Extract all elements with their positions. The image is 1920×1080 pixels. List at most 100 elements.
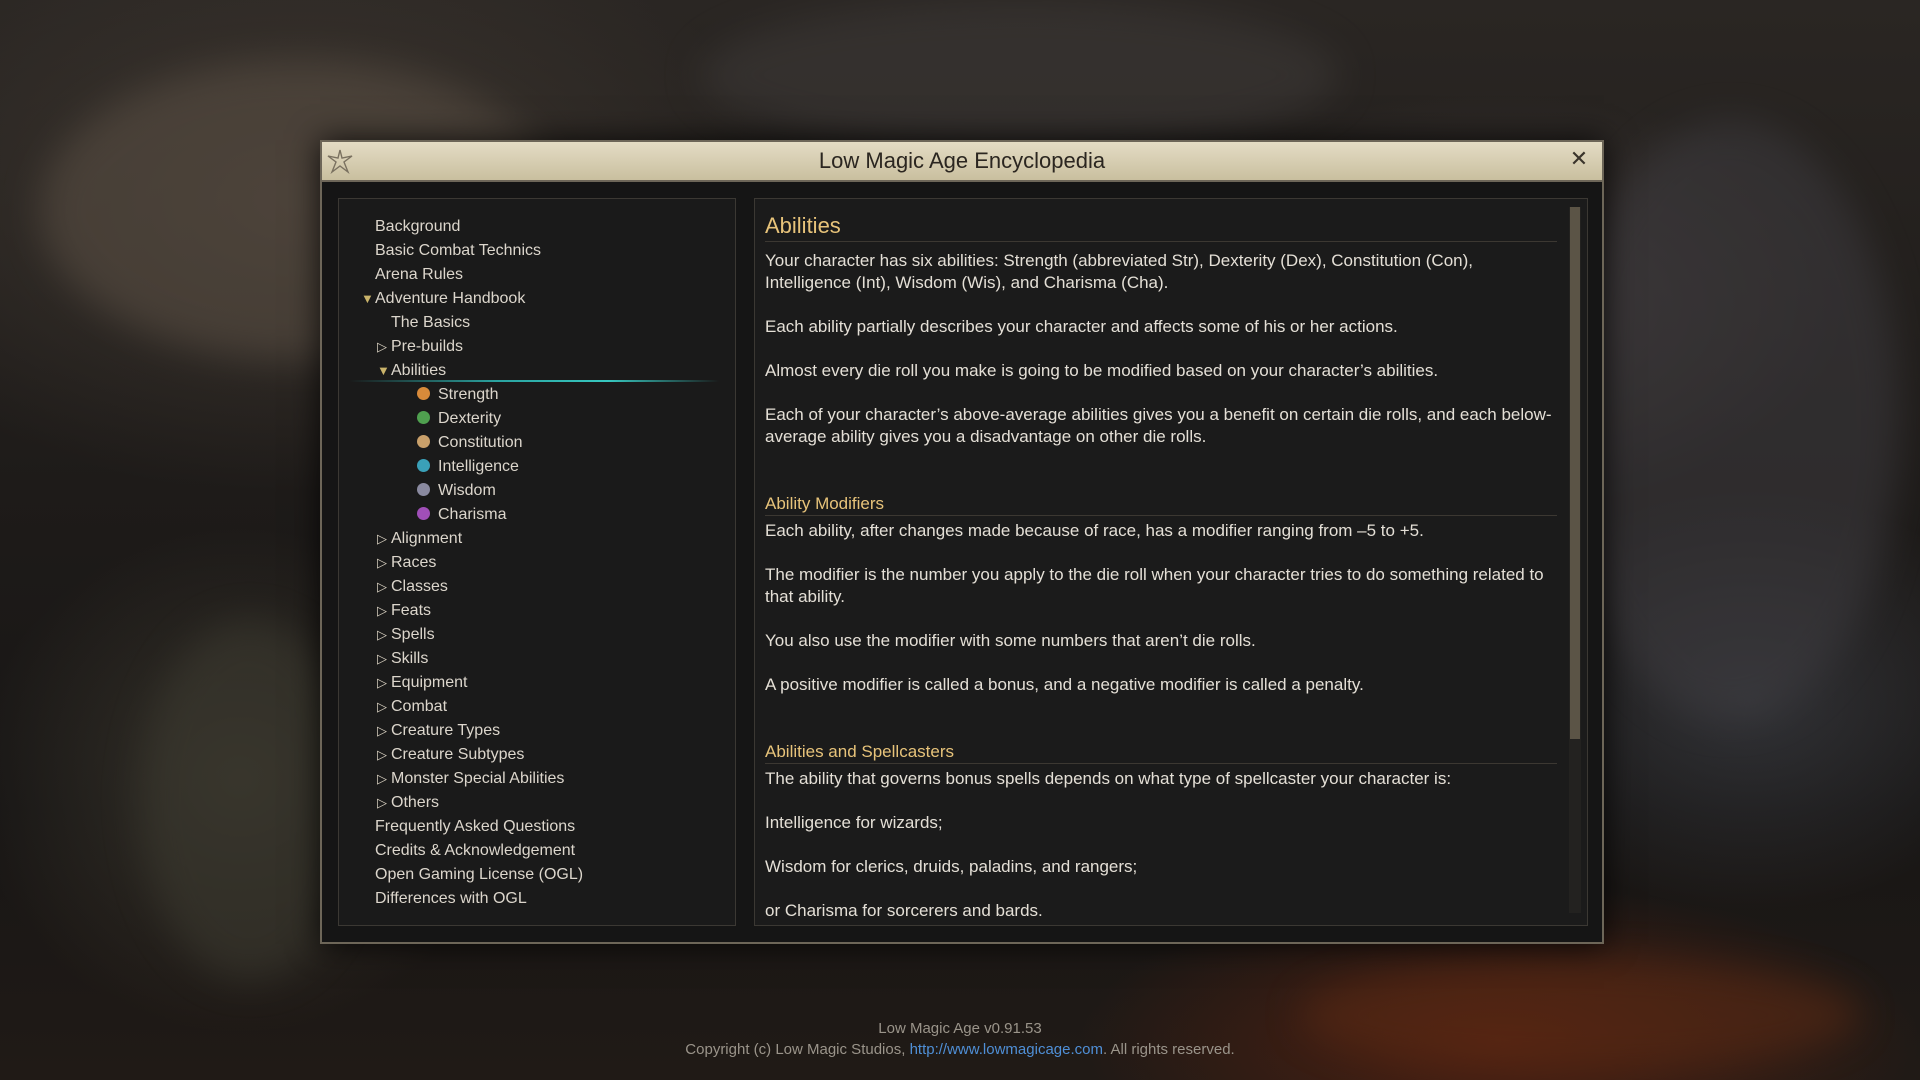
collapsed-arrow-icon[interactable]: ▷ <box>377 335 391 359</box>
nav-item-feats[interactable]: ▷ Feats <box>339 599 735 623</box>
nav-item-label: Races <box>391 554 437 571</box>
nav-item-label: Equipment <box>391 674 468 691</box>
nav-item-label: Frequently Asked Questions <box>375 818 576 835</box>
collapsed-arrow-icon[interactable]: ▷ <box>377 551 391 575</box>
nav-item-arena-rules[interactable]: Arena Rules <box>339 263 735 287</box>
nav-item-equipment[interactable]: ▷ Equipment <box>339 671 735 695</box>
version-label: Low Magic Age v0.91.53 <box>878 1020 1042 1037</box>
nav-item-the-basics[interactable]: The Basics <box>339 311 735 335</box>
article-content: Abilities Your character has six abiliti… <box>765 209 1557 944</box>
nav-item-combat[interactable]: ▷ Combat <box>339 695 735 719</box>
nav-item-races[interactable]: ▷ Races <box>339 551 735 575</box>
paragraph: A positive modifier is called a bonus, a… <box>765 675 1364 694</box>
nav-item-creature-subtypes[interactable]: ▷ Creature Subtypes <box>339 743 735 767</box>
nav-item-label: Skills <box>391 650 429 667</box>
collapsed-arrow-icon[interactable]: ▷ <box>377 623 391 647</box>
expanded-arrow-icon[interactable]: ▼ <box>377 359 391 383</box>
paragraph: Each of your character’s above-average a… <box>765 405 1552 446</box>
nav-item-dexterity[interactable]: Dexterity <box>339 407 735 431</box>
copyright-prefix: Copyright (c) Low Magic Studios, <box>685 1041 910 1058</box>
paragraph: Each ability, after changes made because… <box>765 521 1424 540</box>
charisma-icon <box>417 507 430 520</box>
nav-item-others[interactable]: ▷ Others <box>339 791 735 815</box>
nav-item-skills[interactable]: ▷ Skills <box>339 647 735 671</box>
nav-item-label: Constitution <box>438 434 523 451</box>
copyright-suffix: . All rights reserved. <box>1102 1041 1235 1058</box>
nav-item-credits-acknowledgement[interactable]: Credits & Acknowledgement <box>339 839 735 863</box>
nav-item-pre-builds[interactable]: ▷ Pre-builds <box>339 335 735 359</box>
collapsed-arrow-icon[interactable]: ▷ <box>377 743 391 767</box>
nav-item-alignment[interactable]: ▷ Alignment <box>339 527 735 551</box>
nav-item-open-gaming-license-ogl[interactable]: Open Gaming License (OGL) <box>339 863 735 887</box>
nav-item-label: Wisdom <box>438 482 496 499</box>
nav-item-label: Dexterity <box>438 410 502 427</box>
nav-item-label: Differences with OGL <box>375 890 527 907</box>
close-button[interactable]: ✕ <box>1566 147 1592 173</box>
nav-item-label: The Basics <box>391 314 471 331</box>
nav-item-label: Intelligence <box>438 458 519 475</box>
collapsed-arrow-icon[interactable]: ▷ <box>377 647 391 671</box>
nav-item-label: Feats <box>391 602 432 619</box>
nav-item-spells[interactable]: ▷ Spells <box>339 623 735 647</box>
section-heading-abilities-spellcasters: Abilities and Spellcasters <box>765 742 1557 764</box>
paragraph: Each ability partially describes your ch… <box>765 317 1398 336</box>
nav-item-label: Monster Special Abilities <box>391 770 565 787</box>
paragraph: You also use the modifier with some numb… <box>765 631 1256 650</box>
expanded-arrow-icon[interactable]: ▼ <box>361 287 375 311</box>
nav-item-monster-special-abilities[interactable]: ▷ Monster Special Abilities <box>339 767 735 791</box>
nav-item-label: Combat <box>391 698 448 715</box>
nav-item-label: Others <box>391 794 440 811</box>
scrollbar-thumb[interactable] <box>1570 207 1580 739</box>
nav-item-basic-combat-technics[interactable]: Basic Combat Technics <box>339 239 735 263</box>
collapsed-arrow-icon[interactable]: ▷ <box>377 791 391 815</box>
paragraph: Intelligence for wizards; <box>765 813 943 832</box>
scrollbar[interactable] <box>1569 207 1581 913</box>
collapsed-arrow-icon[interactable]: ▷ <box>377 527 391 551</box>
nav-item-classes[interactable]: ▷ Classes <box>339 575 735 599</box>
collapsed-arrow-icon[interactable]: ▷ <box>377 599 391 623</box>
nav-item-label: Charisma <box>438 506 507 523</box>
nav-item-label: Creature Types <box>391 722 501 739</box>
nav-item-label: Pre-builds <box>391 338 464 355</box>
copyright-line: Copyright (c) Low Magic Studios, http://… <box>0 1041 1920 1058</box>
collapsed-arrow-icon[interactable]: ▷ <box>377 575 391 599</box>
nav-item-wisdom[interactable]: Wisdom <box>339 479 735 503</box>
nav-item-intelligence[interactable]: Intelligence <box>339 455 735 479</box>
collapsed-arrow-icon[interactable]: ▷ <box>377 695 391 719</box>
article-panel[interactable]: Abilities Your character has six abiliti… <box>754 198 1588 926</box>
website-link[interactable]: http://www.lowmagicage.com <box>910 1041 1103 1058</box>
dexterity-icon <box>417 411 430 424</box>
nav-item-creature-types[interactable]: ▷ Creature Types <box>339 719 735 743</box>
nav-item-frequently-asked-questions[interactable]: Frequently Asked Questions <box>339 815 735 839</box>
nav-item-label: Spells <box>391 626 435 643</box>
paragraph: The modifier is the number you apply to … <box>765 565 1544 606</box>
constitution-icon <box>417 435 430 448</box>
nav-item-label: Background <box>375 218 461 235</box>
nav-item-constitution[interactable]: Constitution <box>339 431 735 455</box>
nav-item-background[interactable]: Background <box>339 215 735 239</box>
paragraph: Wisdom for clerics, druids, paladins, an… <box>765 857 1138 876</box>
nav-item-adventure-handbook[interactable]: ▼Adventure Handbook <box>339 287 735 311</box>
nav-item-label: Strength <box>438 386 499 403</box>
nav-item-label: Classes <box>391 578 448 595</box>
wisdom-icon <box>417 483 430 496</box>
nav-item-charisma[interactable]: Charisma <box>339 503 735 527</box>
title-bar[interactable]: Low Magic Age Encyclopedia ✕ <box>322 142 1602 182</box>
section-heading-ability-modifiers: Ability Modifiers <box>765 494 1557 516</box>
paragraph: The ability that governs bonus spells de… <box>765 769 1452 788</box>
collapsed-arrow-icon[interactable]: ▷ <box>377 767 391 791</box>
collapsed-arrow-icon[interactable]: ▷ <box>377 671 391 695</box>
nav-item-label: Basic Combat Technics <box>375 242 541 259</box>
paragraph: or Charisma for sorcerers and bards. <box>765 901 1043 920</box>
nav-item-strength[interactable]: Strength <box>339 383 735 407</box>
navigation-tree: Background Basic Combat Technics Arena Rul… <box>338 198 736 926</box>
paragraph: Your character has six abilities: Streng… <box>765 251 1473 292</box>
nav-item-abilities[interactable]: ▼Abilities <box>339 359 735 383</box>
paragraph: Almost every die roll you make is going … <box>765 361 1439 380</box>
nav-item-label: Abilities <box>391 362 447 379</box>
encyclopedia-window: Low Magic Age Encyclopedia ✕ Background B… <box>320 140 1604 944</box>
nav-item-label: Creature Subtypes <box>391 746 525 763</box>
nav-item-differences-with-ogl[interactable]: Differences with OGL <box>339 887 735 911</box>
collapsed-arrow-icon[interactable]: ▷ <box>377 719 391 743</box>
nav-item-label: Arena Rules <box>375 266 464 283</box>
